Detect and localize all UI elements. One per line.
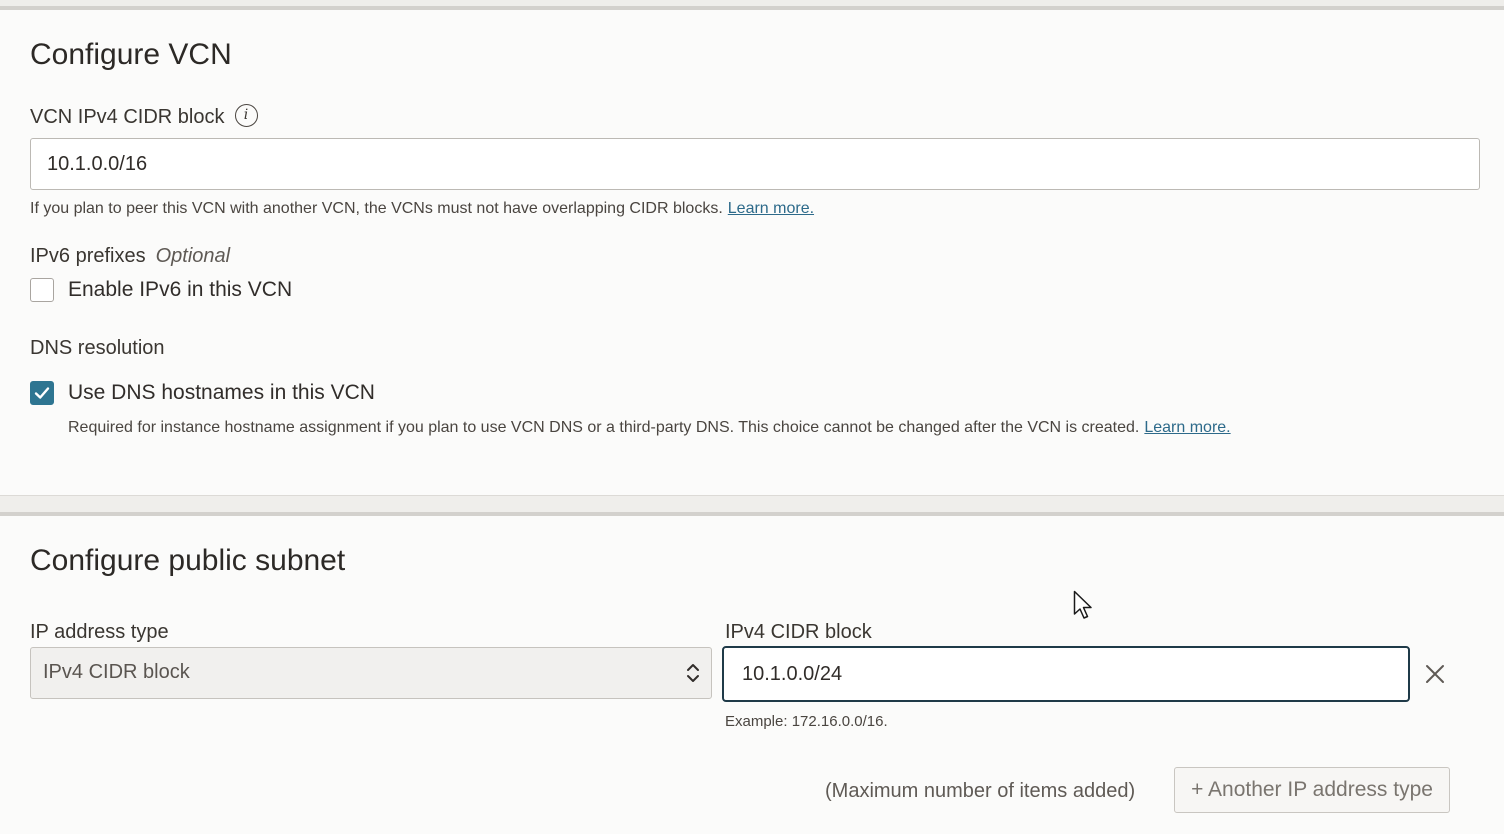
use-dns-hostnames-checkbox[interactable]	[30, 381, 54, 405]
ip-address-type-value: IPv4 CIDR block	[43, 661, 190, 683]
optional-tag: Optional	[155, 245, 231, 267]
configure-vcn-panel: Configure VCN VCN IPv4 CIDR block i If yo…	[0, 6, 1504, 496]
ip-address-type-select[interactable]: IPv4 CIDR block	[30, 647, 712, 699]
vcn-cidr-help: If you plan to peer this VCN with anothe…	[30, 200, 814, 218]
select-chevrons-icon	[687, 664, 699, 682]
vcn-cidr-help-text: If you plan to peer this VCN with anothe…	[30, 200, 723, 217]
subnet-cidr-label: IPv4 CIDR block	[725, 621, 872, 643]
subnet-cidr-example: Example: 172.16.0.0/16.	[725, 713, 888, 730]
dns-help-text: Required for instance hostname assignmen…	[68, 419, 1140, 436]
vcn-cidr-input[interactable]	[30, 138, 1480, 190]
configure-vcn-title: Configure VCN	[30, 38, 232, 71]
subnet-cidr-input[interactable]	[722, 646, 1410, 702]
configure-public-subnet-title: Configure public subnet	[30, 544, 346, 577]
ip-address-type-label: IP address type	[30, 621, 169, 643]
ipv6-prefixes-label: IPv6 prefixes Optional	[30, 245, 230, 268]
vcn-cidr-label: VCN IPv4 CIDR block i	[30, 104, 258, 129]
another-ip-address-type-button[interactable]: + Another IP address type	[1174, 767, 1450, 813]
remove-ip-type-icon[interactable]	[1425, 664, 1445, 684]
max-items-note: (Maximum number of items added)	[825, 780, 1136, 802]
info-icon[interactable]: i	[234, 104, 258, 128]
enable-ipv6-checkbox[interactable]	[30, 278, 54, 302]
configure-public-subnet-panel: Configure public subnet IP address type …	[0, 512, 1504, 834]
checkmark-icon	[34, 387, 50, 399]
dns-help: Required for instance hostname assignmen…	[68, 419, 1231, 437]
enable-ipv6-label[interactable]: Enable IPv6 in this VCN	[68, 278, 292, 302]
vcn-cidr-label-text: VCN IPv4 CIDR block	[30, 106, 225, 128]
dns-resolution-label: DNS resolution	[30, 337, 165, 359]
ipv6-prefixes-label-text: IPv6 prefixes	[30, 245, 146, 267]
dns-learn-more-link[interactable]: Learn more.	[1144, 419, 1230, 436]
mouse-cursor-icon	[1073, 590, 1092, 619]
vcn-cidr-learn-more-link[interactable]: Learn more.	[728, 200, 814, 217]
use-dns-hostnames-label[interactable]: Use DNS hostnames in this VCN	[68, 381, 375, 405]
